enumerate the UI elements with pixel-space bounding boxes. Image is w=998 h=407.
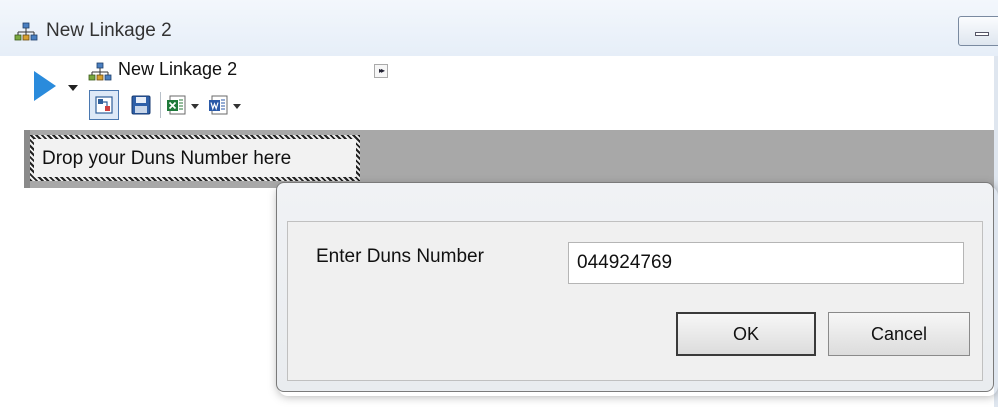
- drop-zone-label: Drop your Duns Number here: [42, 148, 292, 169]
- window-title: New Linkage 2: [46, 20, 172, 41]
- duns-dialog: [276, 182, 994, 392]
- excel-dropdown-arrow-icon[interactable]: [191, 104, 199, 109]
- word-export-icon[interactable]: [208, 94, 230, 116]
- cancel-button[interactable]: Cancel: [828, 312, 970, 356]
- play-icon[interactable]: [34, 71, 56, 101]
- toolbar-separator: [160, 92, 161, 118]
- duns-drop-zone[interactable]: Drop your Duns Number here: [30, 135, 360, 181]
- minimize-button[interactable]: [958, 16, 998, 46]
- save-icon[interactable]: [130, 94, 152, 116]
- connect-icon[interactable]: [89, 90, 119, 120]
- ok-button[interactable]: OK: [676, 312, 816, 356]
- word-dropdown-arrow-icon[interactable]: [233, 104, 241, 109]
- linkage-network-icon: [14, 22, 38, 41]
- excel-export-icon[interactable]: [166, 94, 188, 116]
- linkage-icon: [88, 62, 112, 81]
- minimize-icon: [975, 32, 989, 36]
- duns-label: Enter Duns Number: [316, 246, 484, 267]
- play-dropdown-arrow-icon[interactable]: [68, 85, 78, 91]
- expand-button[interactable]: ▸▸: [374, 64, 388, 78]
- duns-input[interactable]: [568, 242, 964, 284]
- linkage-name[interactable]: New Linkage 2: [118, 59, 237, 80]
